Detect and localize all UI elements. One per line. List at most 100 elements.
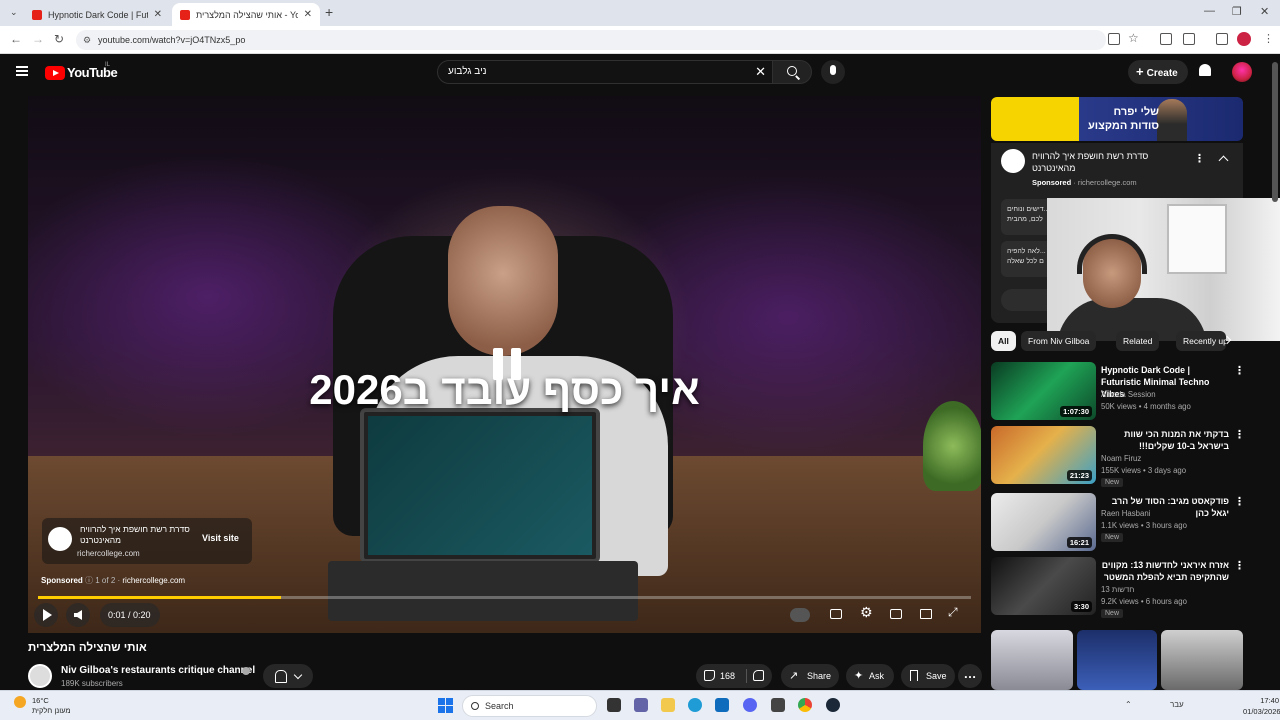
close-tab-icon[interactable]: ✕ — [304, 9, 312, 20]
miniplayer-icon[interactable] — [890, 609, 902, 619]
dislike-icon[interactable] — [753, 670, 764, 681]
chrome-icon[interactable] — [798, 698, 812, 712]
play-button[interactable] — [34, 603, 58, 627]
more-options-icon[interactable]: ⋮ — [1234, 559, 1245, 572]
more-options-icon[interactable]: ⋮ — [1234, 495, 1245, 508]
collapse-chevron-up-icon[interactable] — [1218, 155, 1229, 166]
sponsor-banner-image[interactable]: שלי יפרח סודות המקצוע — [991, 97, 1243, 141]
video-player[interactable]: איך כסף עובד ב2026 סדרת רשת חושפת איך לה… — [28, 96, 981, 633]
like-count[interactable]: 168 — [720, 664, 735, 688]
chip-recently-uploaded[interactable]: Recently uploaded — [1176, 331, 1226, 351]
share-button[interactable]: ↗ Share — [781, 664, 839, 688]
channel-name[interactable]: חדשות 13 — [1101, 585, 1134, 594]
save-button[interactable]: Save — [901, 664, 955, 688]
browser-tab-2-active[interactable]: אותי שהצילה המלצרית - YouTube ✕ — [172, 3, 320, 26]
close-tab-icon[interactable]: ✕ — [154, 9, 162, 20]
channel-name[interactable]: Niv Gilboa's restaurants critique channe… — [61, 665, 255, 676]
webcam-headphones — [1077, 234, 1147, 274]
clock[interactable]: 17:40 01/03/2026 — [1243, 695, 1280, 717]
subscribed-notifications-button[interactable] — [263, 664, 313, 688]
video-thumbnail[interactable]: 1:07:30 — [991, 362, 1096, 420]
windows-start-icon[interactable] — [438, 698, 453, 713]
extension-icon[interactable] — [1160, 33, 1172, 45]
channel-avatar[interactable] — [28, 664, 52, 688]
short-thumbnail[interactable] — [991, 630, 1073, 690]
like-icon[interactable] — [704, 670, 715, 681]
sponsor-more-icon[interactable]: ⋮ — [1194, 152, 1205, 165]
app-icon[interactable] — [771, 698, 785, 712]
ad-overlay-card[interactable]: סדרת רשת חושפת איך להרוויח מהאינטרנט ric… — [42, 518, 252, 564]
site-info-icon[interactable]: ⚙ — [83, 30, 91, 50]
cast-icon[interactable] — [920, 609, 932, 619]
channel-name[interactable]: Noam Firuz — [1101, 454, 1141, 463]
video-thumbnail[interactable]: 16:21 — [991, 493, 1096, 551]
video-title[interactable]: אזרח איראני לחדשות 13: מקווים שהתקיפה תב… — [1101, 559, 1229, 583]
url-input[interactable]: ⚙ youtube.com/watch?v=jO4TNzx5_po — [76, 30, 1106, 50]
chip-all[interactable]: All — [991, 331, 1016, 351]
extensions-puzzle-icon[interactable] — [1183, 33, 1195, 45]
hamburger-menu-icon[interactable] — [16, 66, 28, 76]
voice-search-mic-icon[interactable] — [821, 60, 845, 84]
channel-name[interactable]: Amoda Session — [1101, 390, 1156, 399]
tray-chevron-icon[interactable]: ⌃ — [1125, 700, 1132, 709]
back-icon[interactable]: ← — [10, 32, 22, 46]
bookmark-star-icon[interactable]: ☆ — [1128, 31, 1139, 45]
list-item[interactable]: 21:23 בדקתי את המנות הכי שוות בישראל ב-1… — [991, 426, 1251, 487]
video-thumbnail[interactable]: 21:23 — [991, 426, 1096, 484]
steam-icon[interactable] — [826, 698, 840, 712]
progress-bar[interactable] — [38, 596, 971, 599]
weather-icon[interactable] — [14, 696, 26, 708]
tab-search-dropdown-icon[interactable]: ⌄ — [10, 7, 18, 18]
clear-search-icon[interactable]: ✕ — [755, 64, 766, 80]
store-icon[interactable] — [715, 698, 729, 712]
short-thumbnail[interactable] — [1161, 630, 1243, 690]
video-thumbnail[interactable]: 3:30 — [991, 557, 1096, 615]
info-icon[interactable]: ⓘ — [85, 576, 95, 585]
edge-icon[interactable] — [688, 698, 702, 712]
forward-icon[interactable]: → — [32, 32, 44, 46]
account-avatar[interactable] — [1232, 62, 1252, 82]
fullscreen-icon[interactable]: ⤢ — [948, 605, 958, 620]
maximize-icon[interactable]: ❐ — [1232, 5, 1242, 18]
ask-button[interactable]: ✦ Ask — [846, 664, 894, 688]
reload-icon[interactable]: ↻ — [54, 32, 64, 46]
short-thumbnail[interactable] — [1077, 630, 1157, 690]
install-app-icon[interactable] — [1108, 33, 1120, 45]
more-options-icon[interactable]: ⋮ — [1234, 364, 1245, 377]
create-button[interactable]: + Create — [1128, 60, 1188, 84]
minimize-icon[interactable]: — — [1204, 5, 1215, 17]
notifications-bell-icon[interactable] — [1199, 64, 1211, 76]
profile-avatar-icon[interactable] — [1237, 32, 1251, 46]
channel-name[interactable]: Raen Hasbani — [1101, 509, 1150, 518]
file-explorer-icon[interactable] — [661, 698, 675, 712]
list-item[interactable]: 16:21 פודקאסט מגיב: הסוד של הרב יגאל כהן… — [991, 493, 1251, 553]
language-indicator[interactable]: עבר — [1170, 700, 1184, 709]
discord-icon[interactable] — [743, 698, 757, 712]
search-input[interactable]: ניב גלבוע ✕ — [437, 60, 772, 84]
taskbar-search-input[interactable]: Search — [462, 695, 597, 717]
video-title[interactable]: בדקתי את המנות הכי שוות בישראל ב-10 שקלי… — [1101, 428, 1229, 452]
settings-gear-icon[interactable]: ⚙ — [860, 604, 873, 621]
system-tray[interactable]: ⌃ עבר — [1125, 700, 1184, 709]
browser-tab-1[interactable]: Hypnotic Dark Code | Futuristic ✕ — [24, 3, 170, 26]
teams-icon[interactable] — [634, 698, 648, 712]
volume-icon[interactable] — [66, 603, 90, 627]
close-window-icon[interactable]: ✕ — [1260, 5, 1269, 18]
page-scrollbar[interactable] — [1272, 62, 1278, 202]
list-item[interactable]: 3:30 אזרח איראני לחדשות 13: מקווים שהתקי… — [991, 557, 1251, 618]
search-button[interactable] — [772, 60, 812, 84]
chip-related[interactable]: Related — [1116, 331, 1160, 351]
new-tab-icon[interactable]: + — [325, 4, 333, 20]
visit-site-button[interactable]: Visit site — [202, 533, 239, 543]
list-item[interactable]: 1:07:30 Hypnotic Dark Code | Futuristic … — [991, 362, 1251, 422]
subtitles-icon[interactable] — [830, 609, 842, 619]
task-view-icon[interactable] — [607, 698, 621, 712]
browser-menu-icon[interactable]: ⋮ — [1263, 32, 1274, 45]
autoplay-toggle-icon[interactable] — [790, 608, 810, 622]
chip-from-channel[interactable]: From Niv Gilboa — [1021, 331, 1097, 351]
youtube-logo-icon[interactable] — [45, 66, 65, 80]
more-actions-icon[interactable]: … — [958, 664, 982, 688]
duration-badge: 3:30 — [1070, 601, 1092, 612]
media-control-icon[interactable] — [1216, 33, 1228, 45]
more-options-icon[interactable]: ⋮ — [1234, 428, 1245, 441]
